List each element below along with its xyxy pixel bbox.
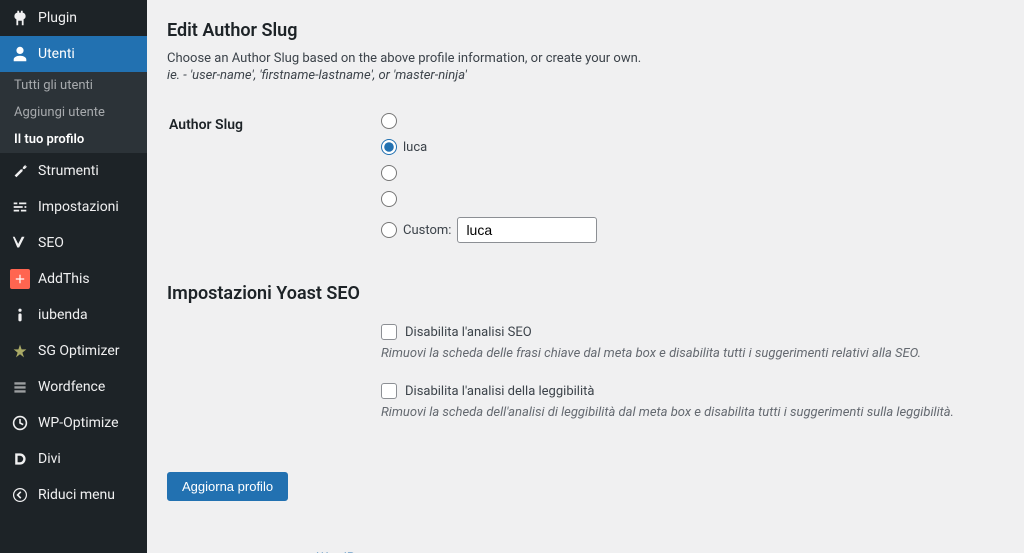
sidebar-label: SG Optimizer: [38, 343, 119, 359]
sidebar-label: Plugin: [38, 10, 77, 26]
admin-sidebar: Plugin Utenti Tutti gli utenti Aggiungi …: [0, 0, 147, 553]
disable-seo-checkbox[interactable]: [381, 324, 397, 340]
slug-custom-label: Custom:: [403, 223, 451, 238]
sidebar-item-utenti[interactable]: Utenti: [0, 36, 147, 72]
disable-seo-desc: Rimuovi la scheda delle frasi chiave dal…: [381, 346, 992, 361]
sidebar-item-iubenda[interactable]: iubenda: [0, 297, 147, 333]
sidebar-label: Strumenti: [38, 163, 99, 179]
sidebar-item-seo[interactable]: SEO: [0, 225, 147, 261]
slug-radio-custom[interactable]: [381, 222, 397, 238]
slug-radio-2[interactable]: [381, 139, 397, 155]
section-title-yoast: Impostazioni Yoast SEO: [167, 283, 1004, 304]
sidebar-item-impostazioni[interactable]: Impostazioni: [0, 189, 147, 225]
author-slug-label: Author Slug: [169, 105, 369, 261]
submenu-add-user[interactable]: Aggiungi utente: [0, 99, 147, 126]
wrench-icon: [10, 161, 30, 181]
sidebar-label: Impostazioni: [38, 199, 119, 215]
sg-icon: [10, 341, 30, 361]
sidebar-item-wp-optimize[interactable]: WP-Optimize: [0, 405, 147, 441]
disable-seo-label: Disabilita l'analisi SEO: [405, 325, 532, 340]
sliders-icon: [10, 197, 30, 217]
disable-readability-checkbox[interactable]: [381, 383, 397, 399]
sidebar-item-addthis[interactable]: AddThis: [0, 261, 147, 297]
sidebar-item-strumenti[interactable]: Strumenti: [0, 153, 147, 189]
sidebar-collapse[interactable]: Riduci menu: [0, 477, 147, 513]
iubenda-icon: [10, 305, 30, 325]
submenu-your-profile[interactable]: Il tuo profilo: [0, 126, 147, 153]
collapse-icon: [10, 485, 30, 505]
sidebar-label: WP-Optimize: [38, 415, 119, 431]
section-title-slug: Edit Author Slug: [167, 20, 1004, 41]
slug-radio-3[interactable]: [381, 165, 397, 181]
sidebar-label: SEO: [38, 235, 64, 251]
main-content: Edit Author Slug Choose an Author Slug b…: [147, 0, 1024, 553]
disable-readability-label: Disabilita l'analisi della leggibilità: [405, 384, 594, 399]
sidebar-label: Wordfence: [38, 379, 105, 395]
user-icon: [10, 44, 30, 64]
sidebar-submenu: Tutti gli utenti Aggiungi utente Il tuo …: [0, 72, 147, 153]
plus-icon: [10, 269, 30, 289]
sidebar-label: Divi: [38, 451, 61, 467]
slug-radio-4[interactable]: [381, 191, 397, 207]
yoast-icon: [10, 233, 30, 253]
sidebar-label: AddThis: [38, 271, 90, 287]
sidebar-label: Riduci menu: [38, 487, 115, 503]
shield-icon: [10, 377, 30, 397]
sidebar-label: iubenda: [38, 307, 88, 323]
disable-readability-desc: Rimuovi la scheda dell'analisi di leggib…: [381, 405, 992, 420]
update-profile-button[interactable]: Aggiorna profilo: [167, 472, 288, 501]
sidebar-label: Utenti: [38, 46, 75, 62]
sidebar-item-sg-optimizer[interactable]: SG Optimizer: [0, 333, 147, 369]
divi-icon: [10, 449, 30, 469]
slug-custom-input[interactable]: [457, 217, 597, 243]
submenu-all-users[interactable]: Tutti gli utenti: [0, 72, 147, 99]
slug-radio-2-label: luca: [403, 140, 427, 155]
slug-desc-example: ie. - 'user-name', 'firstname-lastname',…: [167, 68, 1004, 83]
plug-icon: [10, 8, 30, 28]
slug-radio-1[interactable]: [381, 113, 397, 129]
sidebar-item-plugin[interactable]: Plugin: [0, 0, 147, 36]
optimize-icon: [10, 413, 30, 433]
sidebar-item-wordfence[interactable]: Wordfence: [0, 369, 147, 405]
sidebar-item-divi[interactable]: Divi: [0, 441, 147, 477]
slug-desc: Choose an Author Slug based on the above…: [167, 51, 1004, 66]
